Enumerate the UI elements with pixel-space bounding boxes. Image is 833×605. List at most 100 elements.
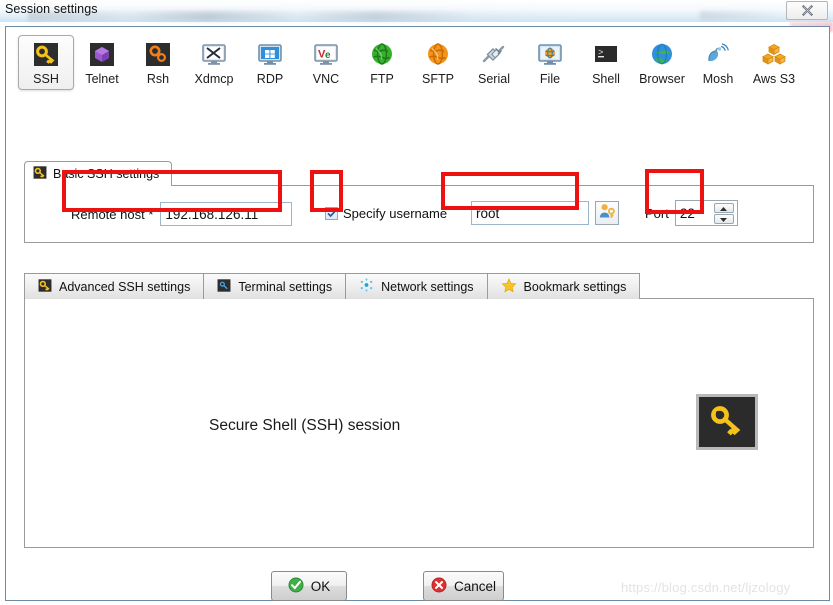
remote-host-input[interactable]: 192.168.126.11 <box>160 202 293 226</box>
x-monitor-icon <box>197 39 231 69</box>
terminal-blue-icon <box>217 278 231 295</box>
username-input[interactable]: root <box>471 201 589 225</box>
terminal-icon: > <box>589 39 623 69</box>
titlebar-blurred-background <box>28 11 588 21</box>
star-icon <box>501 277 517 296</box>
remote-host-value: 192.168.126.11 <box>165 206 259 222</box>
protocol-toolbar: SSH Telnet Rsh Xdmcp RDP V e VNC FTP SFT… <box>18 35 818 109</box>
protocol-label: SFTP <box>422 72 454 86</box>
satellite-dish-icon <box>701 39 735 69</box>
red-x-icon <box>431 577 447 596</box>
session-caption: Secure Shell (SSH) session <box>209 417 401 434</box>
port-value: 22 <box>679 205 695 221</box>
protocol-label: FTP <box>370 72 394 86</box>
tab-label: Basic SSH settings <box>53 167 160 181</box>
protocol-label: Rsh <box>146 72 170 86</box>
protocol-aws-s3[interactable]: Aws S3 <box>746 35 802 86</box>
protocol-telnet[interactable]: Telnet <box>74 35 130 86</box>
blue-globe-icon <box>645 39 679 69</box>
specify-username-group: Specify username <box>325 206 447 221</box>
window-title: Session settings <box>5 2 98 16</box>
tab-network-settings[interactable]: Network settings <box>345 273 488 299</box>
checkmark-icon <box>326 209 337 218</box>
protocol-label: Telnet <box>85 72 119 86</box>
protocol-label: Browser <box>639 72 685 86</box>
protocol-xdmcp[interactable]: Xdmcp <box>186 35 242 86</box>
protocol-label: Shell <box>592 72 620 86</box>
protocol-ssh[interactable]: SSH <box>18 35 74 90</box>
protocol-label: Mosh <box>702 72 734 86</box>
user-key-icon <box>598 202 616 225</box>
protocol-label: Aws S3 <box>752 72 796 86</box>
port-label: Port <box>645 205 669 221</box>
network-dots-icon <box>359 278 374 295</box>
close-button[interactable] <box>786 1 828 20</box>
windows-monitor-icon <box>253 39 287 69</box>
session-settings-window: Session settings SSH Telnet Rsh Xdmcp RD… <box>0 0 833 605</box>
port-spinner-buttons <box>713 201 737 225</box>
session-content-panel: Secure Shell (SSH) session <box>24 298 814 548</box>
user-picker-button[interactable] <box>595 201 619 225</box>
protocol-shell[interactable]: > Shell <box>578 35 634 86</box>
dialog-body: SSH Telnet Rsh Xdmcp RDP V e VNC FTP SFT… <box>5 26 830 601</box>
green-check-icon <box>288 577 304 596</box>
purple-cube-icon <box>85 39 119 69</box>
remote-host-group: Remote host * 192.168.126.11 <box>71 202 293 226</box>
protocol-mosh[interactable]: Mosh <box>690 35 746 86</box>
username-value: root <box>476 205 500 221</box>
tab-bookmark-settings[interactable]: Bookmark settings <box>486 273 641 299</box>
ok-label: OK <box>310 578 331 594</box>
protocol-label: File <box>539 72 561 86</box>
port-group: Port 22 <box>645 200 738 226</box>
session-key-badge <box>696 394 758 450</box>
orange-globe-icon <box>421 39 455 69</box>
protocol-vnc[interactable]: V e VNC <box>298 35 354 86</box>
tab-advanced-ssh-settings[interactable]: Advanced SSH settings <box>24 273 205 299</box>
cancel-button[interactable]: Cancel <box>423 571 504 601</box>
serial-plug-icon <box>477 39 511 69</box>
tab-label: Terminal settings <box>238 279 333 294</box>
tab-label: Network settings <box>381 279 474 294</box>
toolbar-separator <box>6 145 829 146</box>
green-globe-icon <box>365 39 399 69</box>
orange-gears-icon <box>141 39 175 69</box>
ok-button[interactable]: OK <box>271 571 347 601</box>
protocol-rsh[interactable]: Rsh <box>130 35 186 86</box>
protocol-label: RDP <box>256 72 284 86</box>
aws-boxes-icon <box>757 39 791 69</box>
basic-settings-row: Remote host * 192.168.126.11 Specify use… <box>25 186 815 242</box>
triangle-down-icon <box>719 210 728 228</box>
svg-text:e: e <box>325 50 331 61</box>
titlebar: Session settings <box>0 0 833 22</box>
protocol-rdp[interactable]: RDP <box>242 35 298 86</box>
protocol-file[interactable]: File <box>522 35 578 86</box>
protocol-sftp[interactable]: SFTP <box>410 35 466 86</box>
tab-basic-ssh-settings[interactable]: Basic SSH settings <box>24 161 173 186</box>
key-icon <box>38 278 52 295</box>
protocol-label: Serial <box>478 72 510 86</box>
protocol-ftp[interactable]: FTP <box>354 35 410 86</box>
key-icon <box>29 39 63 69</box>
basic-settings-panel: Remote host * 192.168.126.11 Specify use… <box>24 185 814 243</box>
vnc-monitor-icon: V e <box>309 39 343 69</box>
protocol-label: VNC <box>312 72 340 86</box>
close-icon <box>801 4 814 17</box>
protocol-label: SSH <box>33 72 59 86</box>
tab-terminal-settings[interactable]: Terminal settings <box>203 273 347 299</box>
port-spinner-down[interactable] <box>713 213 734 224</box>
remote-host-label: Remote host * <box>71 206 154 222</box>
key-icon <box>33 166 47 182</box>
port-stepper[interactable]: 22 <box>674 200 738 226</box>
protocol-serial[interactable]: Serial <box>466 35 522 86</box>
key-icon <box>707 403 747 442</box>
username-group: root <box>471 201 619 225</box>
file-monitor-icon <box>533 39 567 69</box>
protocol-label: Xdmcp <box>194 72 234 86</box>
protocol-browser[interactable]: Browser <box>634 35 690 86</box>
tab-label: Bookmark settings <box>523 279 627 294</box>
cancel-label: Cancel <box>453 578 497 594</box>
specify-username-checkbox[interactable] <box>325 207 338 220</box>
lower-tabstrip: Advanced SSH settings Terminal settings <box>24 273 641 299</box>
tab-label: Advanced SSH settings <box>59 279 191 294</box>
specify-username-label: Specify username <box>343 206 448 221</box>
